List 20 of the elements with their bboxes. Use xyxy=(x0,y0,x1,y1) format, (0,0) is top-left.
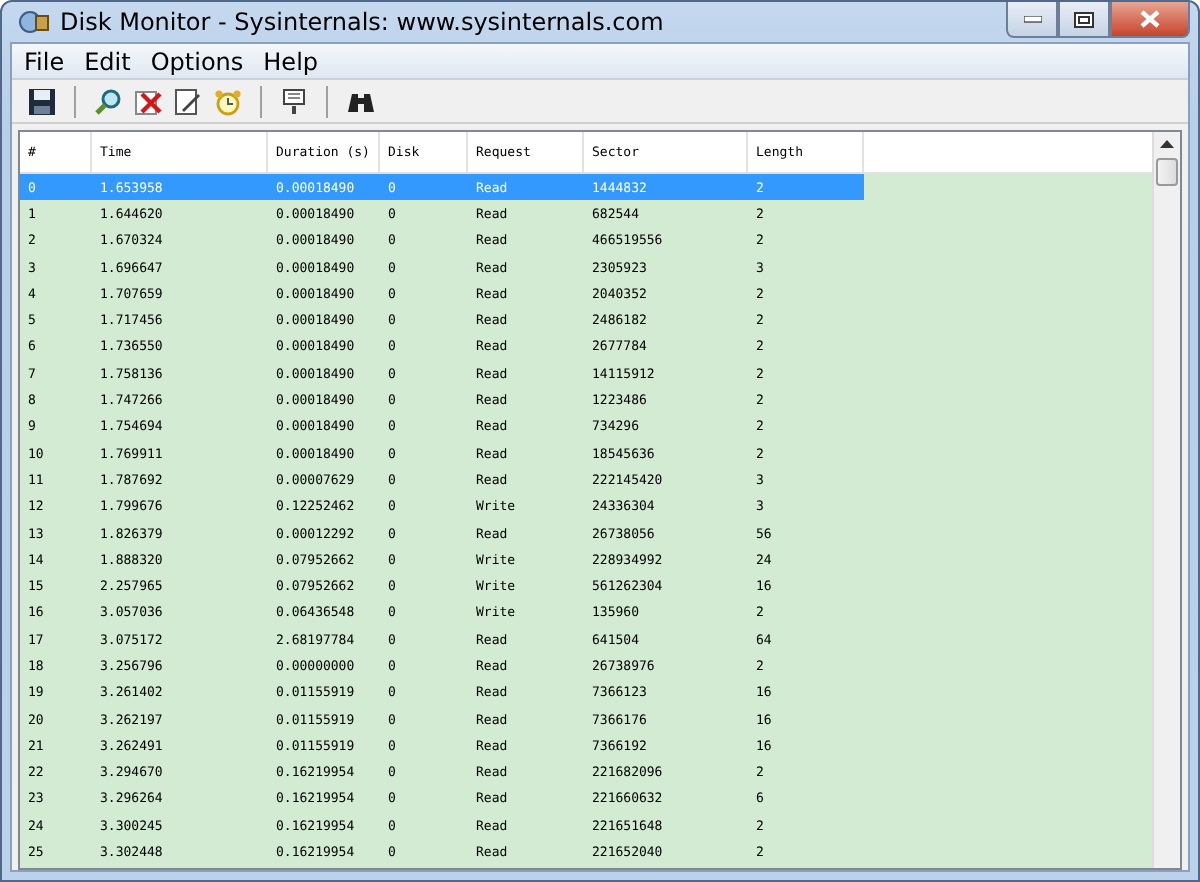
erase-icon[interactable] xyxy=(134,87,162,115)
search-icon[interactable] xyxy=(94,87,122,115)
maximize-icon xyxy=(1074,11,1094,27)
monitor-icon[interactable] xyxy=(280,87,308,115)
window-title: Disk Monitor - Sysinternals: www.sysinternals.com xyxy=(60,8,666,36)
scrollbar[interactable] xyxy=(1152,132,1180,868)
menu-item[interactable]: Help xyxy=(253,47,329,75)
menu-item[interactable]: File xyxy=(14,47,75,75)
close-icon xyxy=(1140,10,1160,28)
close-button[interactable] xyxy=(1110,2,1190,38)
save-icon[interactable] xyxy=(28,87,56,115)
maximize-button[interactable] xyxy=(1058,2,1110,38)
edit-page-icon[interactable] xyxy=(174,87,202,115)
minimize-icon xyxy=(1023,15,1041,23)
menu-item[interactable]: Options xyxy=(140,47,254,75)
app-icon xyxy=(18,8,50,36)
scroll-thumb[interactable] xyxy=(1156,158,1178,186)
clock-icon[interactable] xyxy=(214,87,242,115)
menu-item[interactable]: Edit xyxy=(74,47,141,75)
minimize-button[interactable] xyxy=(1006,2,1058,38)
